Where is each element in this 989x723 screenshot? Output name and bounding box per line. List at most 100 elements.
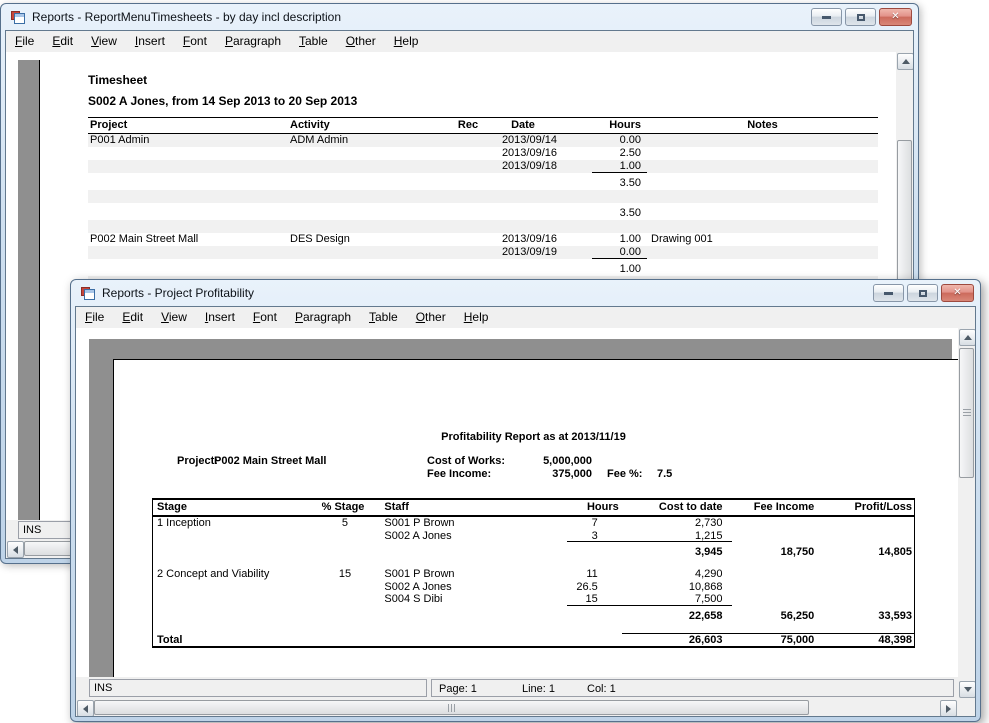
close-button[interactable]: ✕ — [941, 284, 974, 302]
scroll-up-button[interactable] — [897, 53, 914, 70]
profitability-document-page[interactable]: Profitability Report as at 2013/11/19 Pr… — [113, 359, 958, 677]
scroll-up-button[interactable] — [959, 329, 976, 346]
menu-item[interactable]: Paragraph — [286, 307, 360, 328]
cell-cost-to-date: 2,730 — [622, 517, 732, 530]
cell-pct-stage: 5 — [318, 517, 373, 530]
cell-profit-loss — [821, 517, 914, 530]
cell-notes — [647, 147, 878, 160]
menu-item[interactable]: Help — [455, 307, 498, 328]
timesheet-row: 2013/09/16 2.50 — [88, 147, 878, 160]
col-header-date: Date — [486, 118, 560, 133]
menu-item[interactable]: Insert — [126, 31, 174, 52]
col-header-hours: Hours — [497, 500, 622, 515]
cell-profit-loss: 48,398 — [821, 633, 914, 646]
cell-hours: 3.50 — [560, 177, 647, 190]
menu-item[interactable]: File — [6, 31, 43, 52]
menu-item[interactable]: Other — [337, 31, 385, 52]
menu-item[interactable]: Table — [360, 307, 407, 328]
profitability-table: Stage % Stage Staff Hours Cost to date F… — [152, 498, 915, 648]
fee-percent-label: Fee %: — [607, 468, 642, 480]
maximize-button[interactable] — [907, 284, 938, 302]
up-arrow-icon — [964, 335, 972, 340]
cell-rec — [450, 246, 486, 259]
app-icon — [10, 9, 26, 25]
menu-item[interactable]: Font — [174, 31, 216, 52]
desktop: Reports - ReportMenuTimesheets - by day … — [0, 0, 989, 723]
cell-notes — [647, 160, 878, 173]
minimize-button[interactable] — [873, 284, 904, 302]
cell-rec — [450, 220, 486, 233]
cell-fee-income: 18,750 — [732, 546, 822, 558]
menu-item[interactable]: Font — [244, 307, 286, 328]
cell-pct-stage — [318, 622, 373, 632]
col-header-hours: Hours — [560, 118, 647, 133]
cell-staff — [372, 558, 497, 568]
horizontal-scrollbar[interactable] — [76, 699, 958, 716]
menu-item[interactable]: Edit — [43, 31, 82, 52]
scroll-down-button[interactable] — [959, 681, 976, 698]
cell-notes: Drawing 001 — [647, 233, 878, 246]
close-icon: ✕ — [891, 12, 899, 22]
thumb-grip-icon — [448, 704, 456, 712]
menu-item[interactable]: Paragraph — [216, 31, 290, 52]
menu-item[interactable]: View — [152, 307, 196, 328]
cell-stage — [153, 593, 318, 606]
vertical-scroll-thumb[interactable] — [959, 348, 974, 478]
cell-fee-income — [732, 558, 822, 568]
cell-stage — [153, 530, 318, 543]
menu-item[interactable]: Table — [290, 31, 337, 52]
cell-staff: S001 P Brown — [372, 517, 497, 530]
horizontal-scroll-thumb[interactable] — [94, 700, 809, 715]
col-header-stage: Stage — [153, 500, 318, 515]
timesheet-table: Project Activity Rec Date Hours Notes — [88, 117, 878, 289]
cell-rec — [450, 134, 486, 147]
scroll-left-button[interactable] — [7, 541, 24, 558]
minimize-button[interactable] — [811, 8, 842, 26]
cell-staff — [372, 622, 497, 632]
scroll-right-button[interactable] — [940, 700, 957, 717]
menu-item[interactable]: Help — [385, 31, 428, 52]
col-header-staff: Staff — [372, 500, 497, 515]
window-controls: ✕ — [873, 284, 974, 302]
cell-hours: 1.00 — [560, 233, 647, 246]
timesheet-row: P001 Admin ADM Admin 2013/09/14 0.00 — [88, 134, 878, 147]
app-icon — [80, 285, 96, 301]
cell-profit-loss — [821, 622, 914, 632]
cell-project — [88, 147, 290, 160]
fee-percent-value: 7.5 — [657, 468, 672, 480]
menu-item[interactable]: Edit — [113, 307, 152, 328]
cell-activity: ADM Admin — [290, 134, 450, 147]
cell-date: 2013/09/14 — [486, 134, 560, 147]
vertical-scroll-thumb[interactable] — [897, 140, 912, 300]
cell-pct-stage — [318, 558, 373, 568]
vertical-scrollbar[interactable] — [958, 328, 975, 699]
maximize-button[interactable] — [845, 8, 876, 26]
col-header-pct-stage: % Stage — [318, 500, 373, 515]
cell-fee-income — [732, 581, 822, 594]
scroll-left-button[interactable] — [77, 700, 94, 717]
profitability-row: S002 A Jones 26.5 10,868 — [153, 581, 914, 594]
thumb-grip-icon — [963, 409, 971, 417]
close-button[interactable]: ✕ — [879, 8, 912, 26]
menu-item[interactable]: View — [82, 31, 126, 52]
cell-profit-loss — [821, 568, 914, 581]
profitability-row: Total 26,603 75,000 48,398 — [153, 632, 914, 647]
left-arrow-icon — [83, 705, 88, 713]
menu-item[interactable]: Other — [407, 307, 455, 328]
menu-item[interactable]: Insert — [196, 307, 244, 328]
menu-item[interactable]: File — [76, 307, 113, 328]
profitability-table-body: 1 Inception 5 S001 P Brown 7 2,730 — [153, 517, 914, 646]
cell-staff: S002 A Jones — [372, 530, 497, 543]
profitability-titlebar[interactable]: Reports - Project Profitability ✕ — [71, 280, 980, 306]
cell-hours: 3 — [497, 530, 622, 543]
maximize-icon — [857, 14, 865, 21]
cell-profit-loss: 33,593 — [821, 610, 914, 622]
col-header-fee-income: Fee Income — [731, 500, 821, 515]
cell-activity — [290, 147, 450, 160]
timesheets-titlebar[interactable]: Reports - ReportMenuTimesheets - by day … — [1, 4, 918, 30]
report-info: Project: P002 Main Street Mall Cost of W… — [152, 455, 915, 483]
cell-rec — [450, 190, 486, 203]
cell-cost-to-date: 26,603 — [622, 633, 732, 646]
timesheet-table-header: Project Activity Rec Date Hours Notes — [88, 118, 878, 134]
cell-profit-loss — [821, 593, 914, 606]
